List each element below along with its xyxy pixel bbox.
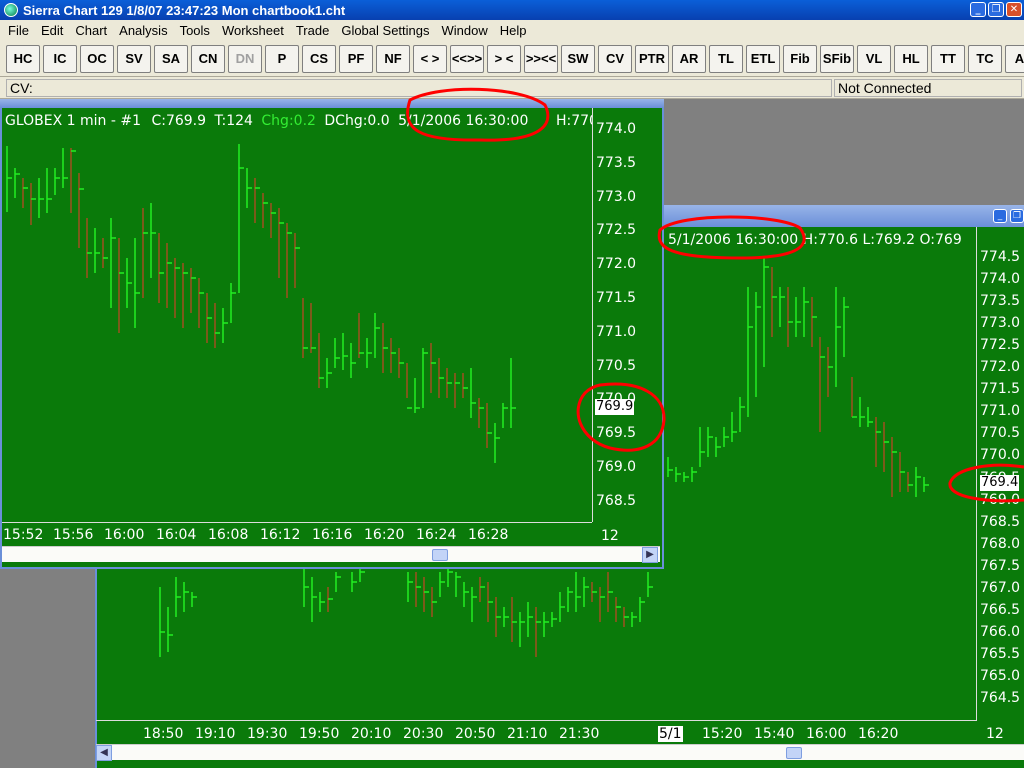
red-annotations bbox=[406, 87, 1024, 503]
annotation-circle-chart2-price bbox=[948, 463, 1024, 503]
annotation-circle-chart2-datetime bbox=[657, 215, 806, 260]
annotation-circle-chart1-price bbox=[576, 382, 666, 452]
annotation-circle-chart1-datetime bbox=[406, 87, 550, 142]
